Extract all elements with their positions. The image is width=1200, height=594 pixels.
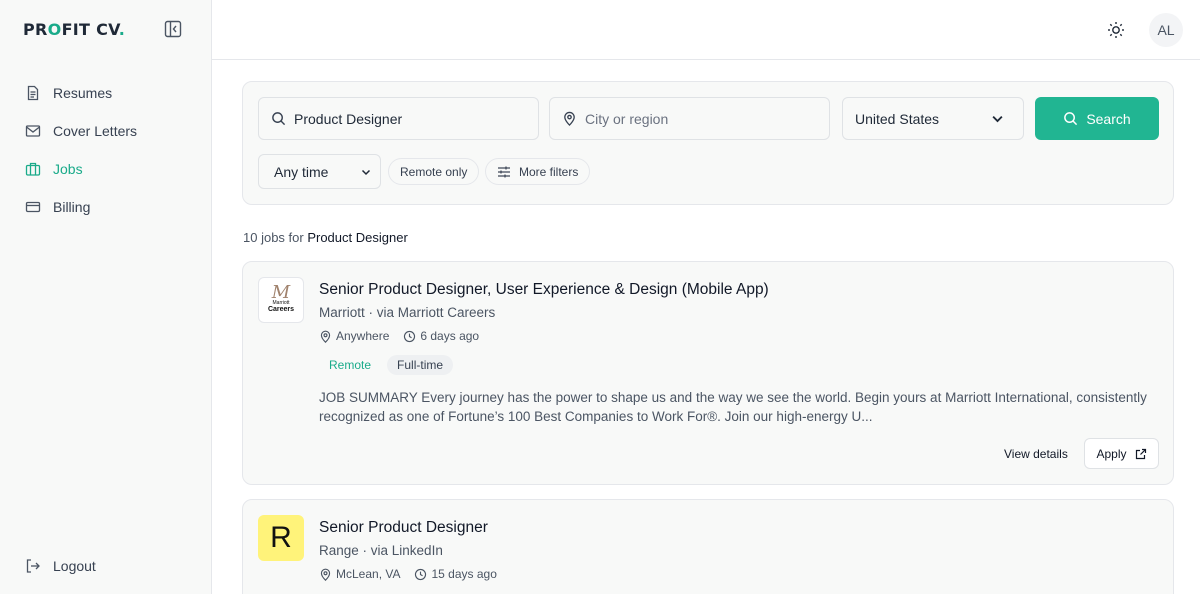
job-card: R Senior Product Designer Range · via Li…: [242, 499, 1174, 594]
job-location: Anywhere: [336, 329, 390, 343]
job-search-panel: Product Designer City or region United S…: [242, 81, 1174, 205]
sidebar-item-label: Cover Letters: [53, 123, 138, 139]
briefcase-icon: [25, 162, 41, 176]
city-input[interactable]: City or region: [549, 97, 830, 140]
view-details-link[interactable]: View details: [1004, 447, 1068, 461]
avatar[interactable]: AL: [1149, 13, 1183, 47]
map-pin-icon: [320, 568, 331, 581]
date-posted-value: Any time: [274, 163, 329, 180]
job-posted: 6 days ago: [420, 329, 480, 343]
sidebar-item-jobs[interactable]: Jobs: [0, 150, 211, 188]
chevron-down-icon: [361, 169, 371, 175]
more-filters-button[interactable]: More filters: [485, 158, 591, 185]
sidebar-item-label: Resumes: [53, 85, 113, 101]
map-pin-icon: [320, 330, 331, 343]
city-placeholder: City or region: [585, 110, 669, 127]
tag-full-time: Full-time: [387, 355, 454, 375]
sidebar-nav: Resumes Cover Letters Jobs Billing: [0, 74, 211, 226]
sliders-icon: [498, 166, 510, 177]
job-card: M Marriott Careers Senior Product Design…: [242, 261, 1174, 485]
job-query-value: Product Designer: [294, 110, 403, 127]
map-pin-icon: [564, 111, 575, 126]
remote-only-toggle[interactable]: Remote only: [388, 158, 480, 185]
document-icon: [27, 85, 39, 101]
search-button[interactable]: Search: [1035, 97, 1159, 140]
search-icon: [272, 112, 286, 126]
job-meta: McLean, VA 15 days ago: [319, 567, 497, 581]
date-posted-select[interactable]: Any time: [258, 154, 381, 189]
logout-button[interactable]: Logout: [0, 547, 211, 585]
sidebar-item-cover-letters[interactable]: Cover Letters: [0, 112, 211, 150]
more-filters-label: More filters: [519, 164, 579, 179]
logout-label: Logout: [53, 558, 96, 574]
job-location: McLean, VA: [336, 567, 401, 581]
search-button-label: Search: [1086, 110, 1131, 127]
header-divider: [212, 59, 1200, 60]
sidebar-item-billing[interactable]: Billing: [0, 188, 211, 226]
apply-button[interactable]: Apply: [1084, 438, 1159, 469]
sidebar-item-resumes[interactable]: Resumes: [0, 74, 211, 112]
job-description: JOB SUMMARY Every journey has the power …: [319, 390, 1147, 424]
job-query-input[interactable]: Product Designer: [258, 97, 539, 140]
country-value: United States: [855, 110, 940, 127]
clock-icon: [415, 568, 427, 580]
chevron-down-icon: [992, 115, 1003, 123]
brand-logo[interactable]: PROFIT CV.: [23, 20, 125, 39]
remote-only-label: Remote only: [400, 164, 468, 179]
tag-remote: Remote: [329, 358, 372, 372]
job-company: Range · via LinkedIn: [319, 543, 443, 558]
theme-toggle-button[interactable]: [1105, 19, 1127, 41]
logout-icon: [26, 559, 40, 573]
job-meta: Anywhere 6 days ago: [319, 329, 479, 343]
job-title[interactable]: Senior Product Designer: [319, 519, 488, 537]
job-posted: 15 days ago: [431, 567, 497, 581]
country-select[interactable]: United States: [842, 97, 1024, 140]
mail-icon: [25, 125, 41, 137]
sidebar-item-label: Jobs: [53, 161, 83, 177]
collapse-sidebar-icon[interactable]: [164, 20, 182, 38]
search-icon: [1064, 112, 1078, 126]
job-company: Marriott · via Marriott Careers: [319, 305, 496, 320]
clock-icon: [404, 330, 416, 342]
job-tags: Remote Full-time: [319, 355, 459, 375]
sidebar-item-label: Billing: [53, 199, 91, 215]
sidebar: PROFIT CV. Resumes Cover Letters Jobs Bi…: [0, 0, 212, 594]
results-count: 10 jobs for Product Designer: [243, 230, 408, 245]
sun-icon: [1108, 22, 1124, 38]
apply-label: Apply: [1096, 446, 1127, 461]
company-logo: R: [258, 515, 304, 561]
company-logo: M Marriott Careers: [258, 277, 304, 323]
job-title[interactable]: Senior Product Designer, User Experience…: [319, 281, 769, 299]
credit-card-icon: [25, 201, 41, 213]
external-link-icon: [1135, 448, 1146, 459]
